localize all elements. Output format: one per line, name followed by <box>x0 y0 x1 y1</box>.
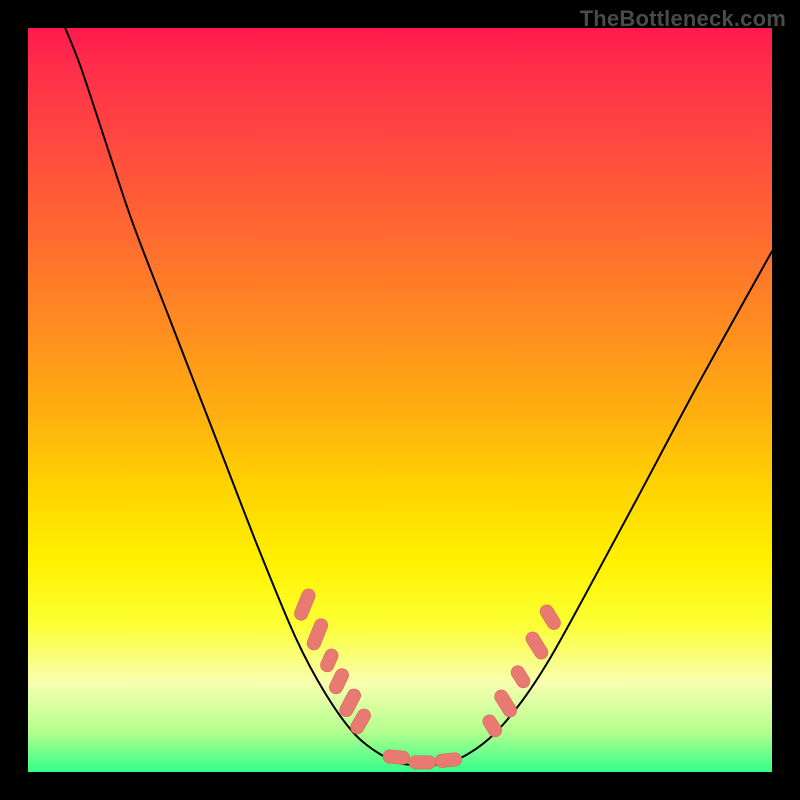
curve-marker <box>318 647 340 674</box>
chart-svg <box>28 28 772 772</box>
curve-marker <box>523 629 550 661</box>
chart-frame: TheBottleneck.com <box>0 0 800 800</box>
curve-marker <box>434 752 462 768</box>
plot-area <box>28 28 772 772</box>
bottleneck-curve-line <box>65 28 772 765</box>
plot-outer-border <box>28 28 772 772</box>
curve-marker <box>492 687 519 719</box>
curve-marker <box>509 663 533 690</box>
curve-marker <box>409 756 436 769</box>
curve-marker <box>292 587 317 622</box>
curve-marker <box>538 602 564 632</box>
curve-marker <box>382 749 410 765</box>
curve-markers-group <box>292 587 563 769</box>
curve-marker <box>305 617 330 652</box>
